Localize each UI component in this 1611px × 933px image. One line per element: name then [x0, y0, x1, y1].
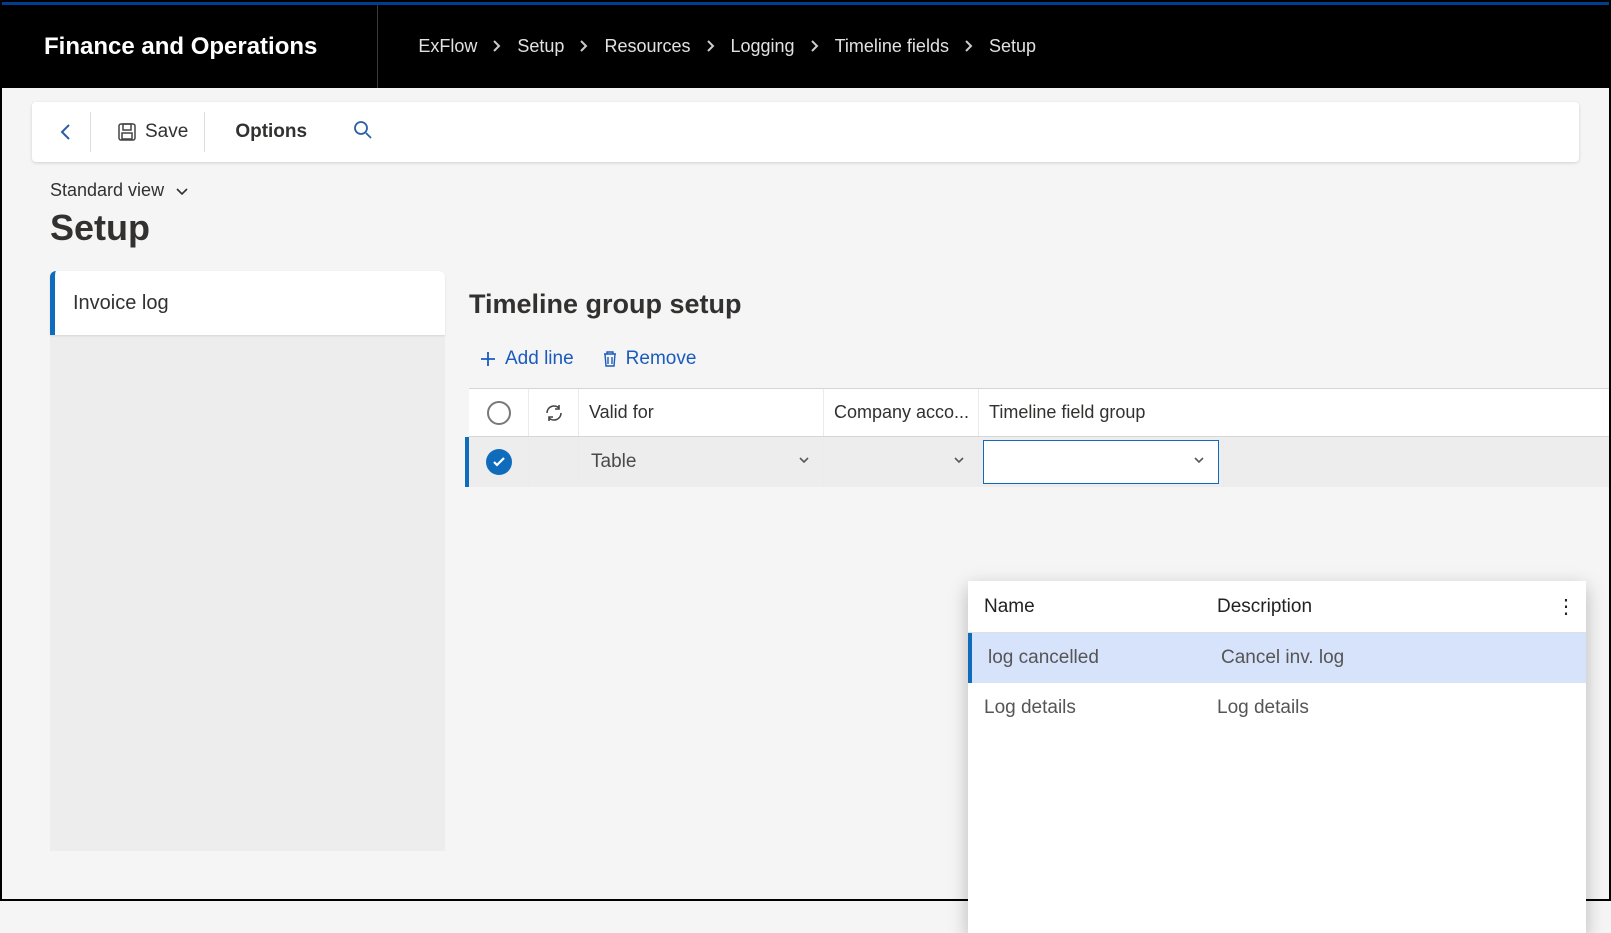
valid-for-cell[interactable]: Table — [579, 437, 824, 487]
chevron-right-icon — [809, 36, 821, 57]
view-switcher[interactable]: Standard view — [50, 180, 1561, 201]
lookup-desc: Log details — [1213, 697, 1586, 719]
save-button[interactable]: Save — [101, 112, 205, 152]
app-title: Finance and Operations — [44, 5, 378, 88]
chevron-down-icon — [174, 183, 190, 199]
breadcrumb-item[interactable]: Setup — [989, 36, 1036, 57]
refresh-header[interactable] — [529, 389, 579, 436]
chevron-right-icon — [705, 36, 717, 57]
lookup-dropdown: Name Description ⋮ log cancelled Cancel … — [968, 581, 1586, 933]
side-tab-label: Invoice log — [73, 292, 169, 315]
chevron-right-icon — [963, 36, 975, 57]
side-tabs: Invoice log — [50, 271, 445, 851]
circle-checkbox-icon — [487, 401, 511, 425]
lookup-col-description[interactable]: Description — [1213, 596, 1546, 618]
search-button[interactable] — [337, 120, 389, 145]
trash-icon — [602, 350, 618, 368]
save-icon — [117, 122, 137, 142]
chevron-down-icon — [952, 451, 966, 473]
lookup-row[interactable]: log cancelled Cancel inv. log — [968, 633, 1586, 683]
column-valid-for[interactable]: Valid for — [579, 389, 824, 436]
chevron-down-icon — [1192, 451, 1206, 473]
page-header: Standard view Setup — [2, 162, 1609, 259]
chevron-down-icon — [797, 451, 811, 473]
page-title: Setup — [50, 207, 1561, 249]
lookup-name: Log details — [968, 697, 1213, 719]
breadcrumb-item[interactable]: Resources — [604, 36, 690, 57]
arrow-left-icon — [54, 121, 76, 143]
row-selector[interactable] — [469, 437, 529, 487]
valid-for-value: Table — [591, 451, 636, 473]
refresh-icon — [544, 403, 564, 423]
add-line-button[interactable]: Add line — [479, 348, 574, 370]
vertical-dots-icon: ⋮ — [1556, 596, 1576, 618]
checkmark-icon — [486, 449, 512, 475]
top-navigation-bar: Finance and Operations ExFlow Setup Reso… — [2, 2, 1609, 88]
lookup-col-name[interactable]: Name — [968, 596, 1213, 618]
table-row[interactable]: Table — [465, 437, 1609, 487]
side-tab-invoice-log[interactable]: Invoice log — [50, 271, 445, 335]
company-cell[interactable] — [824, 437, 979, 487]
action-bar: Save Options — [32, 102, 1579, 162]
chevron-right-icon — [578, 36, 590, 57]
remove-button[interactable]: Remove — [602, 348, 697, 370]
plus-icon — [479, 350, 497, 368]
options-button[interactable]: Options — [215, 121, 327, 143]
lookup-desc: Cancel inv. log — [1217, 647, 1586, 669]
line-actions: Add line Remove — [469, 348, 1609, 370]
grid-header: Valid for Company acco... Timeline field… — [469, 389, 1609, 437]
row-spacer — [1224, 437, 1609, 487]
breadcrumb-item[interactable]: Logging — [731, 36, 795, 57]
breadcrumb-item[interactable]: Setup — [517, 36, 564, 57]
save-label: Save — [145, 121, 188, 143]
timeline-group-cell[interactable] — [979, 437, 1224, 487]
column-company[interactable]: Company acco... — [824, 389, 979, 436]
chevron-right-icon — [491, 36, 503, 57]
lookup-row[interactable]: Log details Log details — [968, 683, 1586, 733]
body-area: Invoice log Timeline group setup Add lin… — [50, 271, 1609, 851]
lookup-name: log cancelled — [972, 647, 1217, 669]
back-button[interactable] — [48, 112, 91, 152]
view-switcher-label: Standard view — [50, 180, 164, 201]
more-options-button[interactable]: ⋮ — [1546, 594, 1586, 619]
select-all-header[interactable] — [469, 389, 529, 436]
column-timeline-group[interactable]: Timeline field group — [979, 389, 1224, 436]
breadcrumb-item[interactable]: Timeline fields — [835, 36, 949, 57]
lookup-header: Name Description ⋮ — [968, 581, 1586, 633]
row-status-cell — [529, 437, 579, 487]
data-grid: Valid for Company acco... Timeline field… — [469, 388, 1609, 487]
content-title: Timeline group setup — [469, 289, 1609, 320]
breadcrumb-item[interactable]: ExFlow — [418, 36, 477, 57]
breadcrumb: ExFlow Setup Resources Logging Timeline … — [378, 36, 1036, 57]
add-line-label: Add line — [505, 348, 574, 370]
column-spacer — [1224, 389, 1609, 436]
remove-label: Remove — [626, 348, 697, 370]
content-pane: Timeline group setup Add line Remove — [445, 271, 1609, 851]
search-icon — [353, 120, 373, 140]
